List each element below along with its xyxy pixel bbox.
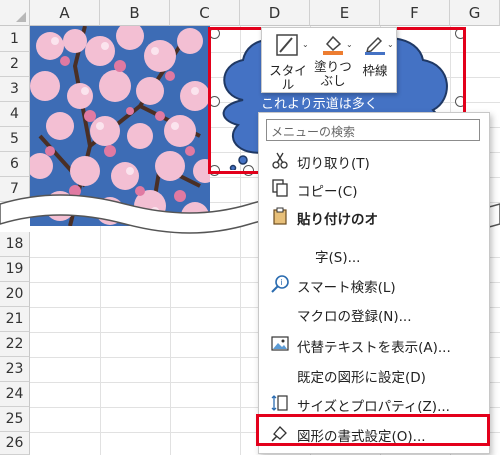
row-header-2[interactable]: 2 (0, 52, 30, 77)
row-header-4[interactable]: 4 (0, 102, 30, 127)
menu-item-smart-lookup[interactable]: i スマート検索(L) (259, 271, 489, 297)
column-header-c[interactable]: C (170, 0, 240, 26)
menu-item-set-default[interactable]: 既定の図形に設定(D) (259, 361, 489, 387)
fill-button[interactable]: ⌄ 塗りつ ぶし (312, 28, 354, 92)
menu-item-copy[interactable]: コピー(C) (259, 175, 489, 201)
pen-outline-icon (364, 34, 386, 56)
row-header-24[interactable]: 24 (0, 382, 30, 407)
row-header-23[interactable]: 23 (0, 357, 30, 382)
row-header-1[interactable]: 1 (0, 26, 30, 52)
row-header-26[interactable]: 26 (0, 432, 30, 455)
chevron-down-icon: ⌄ (387, 40, 394, 49)
copy-icon (271, 179, 289, 197)
row-header-20[interactable]: 20 (0, 282, 30, 307)
menu-item-cut[interactable]: 切り取り(T) (259, 147, 489, 173)
column-header-d[interactable]: D (240, 0, 310, 26)
clipboard-icon (271, 207, 289, 225)
row-header-3[interactable]: 3 (0, 77, 30, 102)
svg-text:i: i (281, 278, 283, 287)
menu-item-text[interactable]: 字(S)... (259, 241, 489, 267)
menu-item-alt-text[interactable]: 代替テキストを表示(A)... (259, 331, 489, 357)
column-header-e[interactable]: E (310, 0, 380, 26)
style-button[interactable]: ⌄ スタイル (266, 28, 310, 92)
column-header-g[interactable]: G (450, 0, 500, 26)
size-properties-icon (271, 394, 289, 412)
smart-lookup-icon: i (271, 275, 289, 293)
row-header-25[interactable]: 25 (0, 407, 30, 432)
chevron-down-icon: ⌄ (346, 40, 353, 49)
context-menu: メニューの検索 切り取り(T) コピー(C) 貼り付けのオ 字(S)... i (258, 112, 490, 454)
alt-text-icon (271, 335, 289, 353)
row-header-19[interactable]: 19 (0, 257, 30, 282)
mini-toolbar: ⌄ スタイル ⌄ 塗りつ ぶし ⌄ 枠線 (261, 27, 397, 93)
format-shape-highlight-box (256, 414, 490, 446)
row-header-5[interactable]: 5 (0, 127, 30, 152)
scissors-icon (271, 151, 289, 169)
worksheet: A B C D E F G 1 2 3 4 5 6 7 18 19 20 21 … (0, 0, 500, 455)
outline-button[interactable]: ⌄ 枠線 (356, 28, 394, 92)
select-all-corner[interactable] (0, 0, 30, 26)
menu-search-input[interactable]: メニューの検索 (266, 119, 480, 141)
menu-item-paste-options[interactable]: 貼り付けのオ (259, 203, 489, 229)
paint-bucket-icon (322, 34, 344, 56)
column-header-a[interactable]: A (30, 0, 100, 26)
column-header-f[interactable]: F (380, 0, 450, 26)
menu-item-size-properties[interactable]: サイズとプロパティ(Z)... (259, 390, 489, 416)
chevron-down-icon: ⌄ (302, 40, 309, 49)
row-header-22[interactable]: 22 (0, 332, 30, 357)
row-header-6[interactable]: 6 (0, 152, 30, 177)
shape-style-icon (276, 34, 298, 56)
column-header-b[interactable]: B (100, 0, 170, 26)
row-header-21[interactable]: 21 (0, 307, 30, 332)
menu-item-assign-macro[interactable]: マクロの登録(N)... (259, 300, 489, 326)
